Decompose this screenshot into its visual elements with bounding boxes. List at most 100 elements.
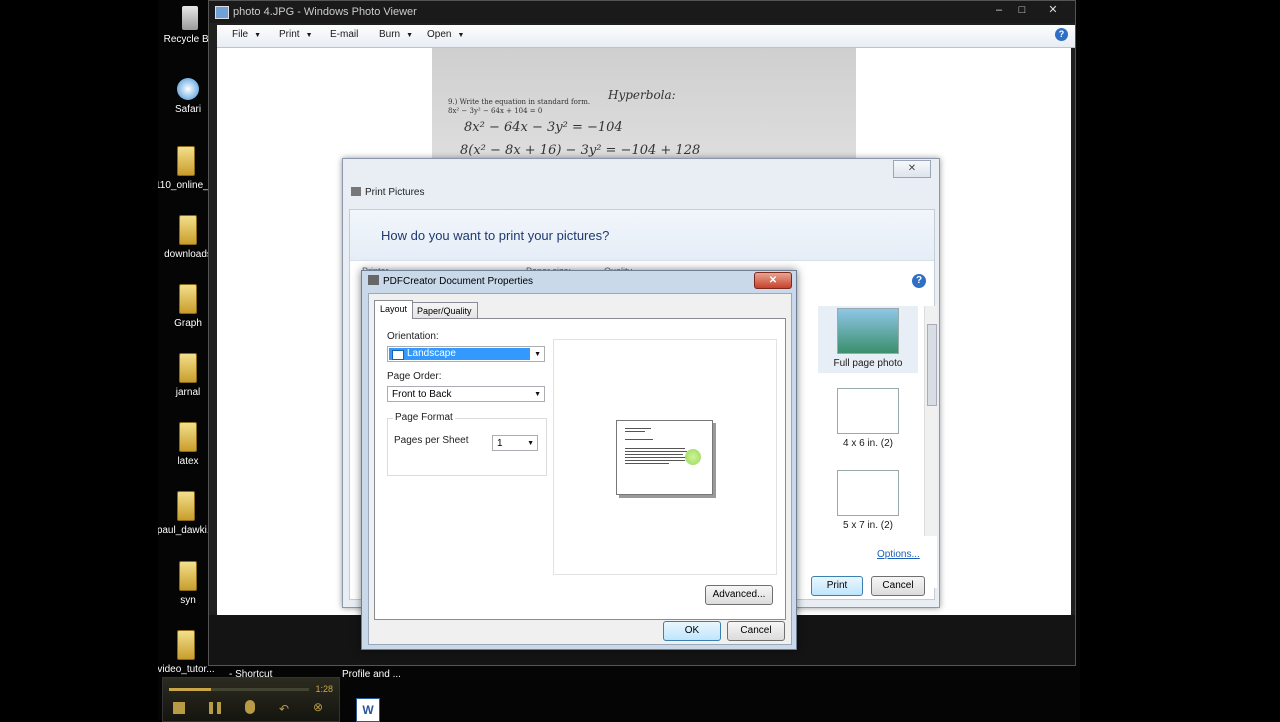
pdf-cancel-button[interactable]: Cancel xyxy=(727,621,785,641)
media-progress-fill xyxy=(169,688,211,691)
stop-icon[interactable] xyxy=(173,702,185,714)
pause-icon[interactable] xyxy=(209,702,221,714)
menu-label: Open xyxy=(427,29,452,40)
folder-icon xyxy=(179,284,197,314)
chevron-down-icon: ▼ xyxy=(527,440,534,447)
folder-icon xyxy=(177,491,195,521)
ok-button[interactable]: OK xyxy=(663,621,721,641)
close-icon[interactable]: ⊗ xyxy=(313,700,323,714)
layout-tab-panel: Orientation: Landscape ▼ Page Order: Fro… xyxy=(374,318,786,620)
media-progress[interactable] xyxy=(169,688,309,691)
pdf-dialog-titlebar[interactable]: PDFCreator Document Properties xyxy=(368,275,533,287)
menu-file[interactable]: File ▼ xyxy=(232,29,261,40)
undo-icon[interactable]: ↶ xyxy=(279,702,289,716)
chevron-down-icon: ▼ xyxy=(534,351,541,358)
print-button[interactable]: Print xyxy=(811,576,863,596)
folder-icon xyxy=(179,561,197,591)
print-dialog-title: Print Pictures xyxy=(351,187,424,198)
layout-4x6-thumbnail xyxy=(837,388,899,434)
viewer-titlebar[interactable]: photo 4.JPG - Windows Photo Viewer – □ ✕ xyxy=(209,1,1075,23)
orientation-selected: Landscape xyxy=(389,348,530,360)
layout-label: 4 x 6 in. (2) xyxy=(842,438,894,449)
page-preview-icon xyxy=(616,420,713,495)
chevron-down-icon: ▼ xyxy=(305,32,313,39)
print-dialog-help-icon[interactable]: ? xyxy=(912,274,926,288)
orientation-select[interactable]: Landscape ▼ xyxy=(387,346,545,362)
safari-icon xyxy=(177,78,199,100)
profile-label: Profile and ... xyxy=(342,669,401,680)
menu-open[interactable]: Open ▼ xyxy=(427,29,464,40)
page-order-value: Front to Back xyxy=(392,389,452,400)
minimize-button[interactable]: – xyxy=(989,3,1009,17)
pdfcreator-properties-dialog: PDFCreator Document Properties ✕ Layout … xyxy=(361,270,797,650)
menu-label: E-mail xyxy=(330,29,359,40)
layout-5x7[interactable]: 5 x 7 in. (2) xyxy=(818,470,918,531)
printer-icon xyxy=(351,187,361,196)
word-document-icon[interactable]: W xyxy=(356,698,380,722)
chevron-down-icon: ▼ xyxy=(254,32,262,39)
chevron-down-icon: ▼ xyxy=(457,32,465,39)
close-button[interactable]: ✕ xyxy=(1043,3,1063,17)
help-icon[interactable]: ? xyxy=(1055,28,1068,41)
folder-icon xyxy=(179,422,197,452)
tab-paper-quality[interactable]: Paper/Quality xyxy=(411,302,478,319)
page-order-label: Page Order: xyxy=(387,371,442,382)
menu-label: File xyxy=(232,29,249,40)
chevron-down-icon: ▼ xyxy=(406,32,414,39)
print-dialog-heading: How do you want to print your pictures? xyxy=(350,210,934,261)
scrollbar-thumb[interactable] xyxy=(927,324,937,406)
photo-equation-text: 8x² − 3y² − 64x + 104 = 0 xyxy=(448,107,543,115)
chevron-down-icon: ▼ xyxy=(534,391,541,398)
layout-label: 5 x 7 in. (2) xyxy=(842,520,894,531)
layout-list: Full page photo 4 x 6 in. (2) 5 x 7 in. … xyxy=(816,306,937,588)
photo-hyperbola-text: Hyperbola: xyxy=(608,88,676,102)
media-player-bar: 1:28 ↶ ⊗ xyxy=(162,677,340,722)
folder-icon xyxy=(177,630,195,660)
tab-layout[interactable]: Layout xyxy=(374,300,414,319)
media-time: 1:28 xyxy=(315,684,333,694)
print-dialog-title-text: Print Pictures xyxy=(365,187,425,198)
orientation-label: Orientation: xyxy=(387,331,439,342)
photo-problem-text: 9.) Write the equation in standard form. xyxy=(448,98,591,106)
maximize-button[interactable]: □ xyxy=(1012,3,1032,17)
menu-label: Print xyxy=(279,29,300,40)
landscape-icon xyxy=(392,350,404,360)
folder-icon xyxy=(177,146,195,176)
layout-full-page-photo[interactable]: Full page photo xyxy=(818,306,918,373)
pages-per-sheet-label: Pages per Sheet xyxy=(394,435,469,446)
options-link[interactable]: Options... xyxy=(877,549,920,560)
photo-viewer-icon xyxy=(215,6,229,19)
advanced-button[interactable]: Advanced... xyxy=(705,585,773,605)
page-format-label: Page Format xyxy=(393,412,455,423)
pages-per-sheet-value: 1 xyxy=(497,438,503,449)
recycle-bin-icon xyxy=(182,6,198,30)
layout-5x7-thumbnail xyxy=(837,470,899,516)
layout-4x6[interactable]: 4 x 6 in. (2) xyxy=(818,388,918,449)
layout-label: Full page photo xyxy=(833,358,903,369)
cursor-icon xyxy=(685,449,701,465)
menu-email[interactable]: E-mail xyxy=(330,29,358,40)
photo-step2-text: 8(x² − 8x + 16) − 3y² = −104 + 128 xyxy=(460,143,701,158)
page-order-select[interactable]: Front to Back ▼ xyxy=(387,386,545,402)
layout-scrollbar[interactable] xyxy=(924,306,937,536)
pages-per-sheet-select[interactable]: 1 ▼ xyxy=(492,435,538,451)
full-page-photo-thumbnail xyxy=(837,308,899,354)
folder-icon xyxy=(179,215,197,245)
print-dialog-close-button[interactable]: ✕ xyxy=(893,160,931,178)
layout-preview xyxy=(553,339,777,575)
pdf-dialog-close-button[interactable]: ✕ xyxy=(754,272,792,289)
menu-print[interactable]: Print ▼ xyxy=(279,29,313,40)
photo-step1-text: 8x² − 64x − 3y² = −104 xyxy=(464,120,623,135)
pdf-dialog-client: Layout Paper/Quality Orientation: Landsc… xyxy=(368,293,792,645)
print-cancel-button[interactable]: Cancel xyxy=(871,576,925,596)
print-dialog-heading-text: How do you want to print your pictures? xyxy=(381,228,610,243)
menu-burn[interactable]: Burn ▼ xyxy=(379,29,413,40)
microphone-icon[interactable] xyxy=(245,700,255,714)
menu-label: Burn xyxy=(379,29,401,40)
pdf-dialog-title: PDFCreator Document Properties xyxy=(383,276,534,287)
printer-icon xyxy=(368,275,379,285)
folder-icon xyxy=(179,353,197,383)
orientation-value: Landscape xyxy=(407,348,456,359)
viewer-menubar: File ▼ Print ▼ E-mail Burn ▼ Open ▼ ? xyxy=(217,25,1075,48)
viewer-title: photo 4.JPG - Windows Photo Viewer xyxy=(233,6,417,18)
